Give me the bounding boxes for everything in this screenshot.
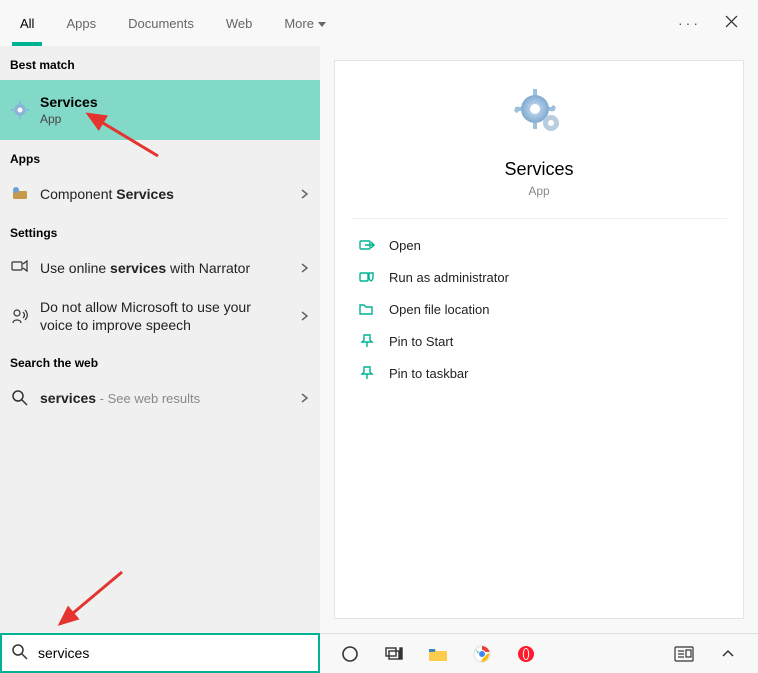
news-tray-icon[interactable] (674, 644, 694, 664)
search-icon (10, 388, 30, 408)
admin-shield-icon (359, 269, 375, 285)
opera-icon[interactable] (516, 644, 536, 664)
result-title: Services (40, 94, 98, 110)
result-web-services[interactable]: services - See web results (0, 378, 320, 418)
preview-sub: App (351, 184, 727, 198)
section-best-match: Best match (0, 46, 320, 80)
action-pin-taskbar[interactable]: Pin to taskbar (335, 357, 743, 389)
tab-more-label: More (284, 16, 314, 31)
gear-icon (10, 100, 30, 120)
action-label: Pin to Start (389, 334, 453, 349)
action-pin-start[interactable]: Pin to Start (335, 325, 743, 357)
open-icon (359, 237, 375, 253)
action-label: Open file location (389, 302, 489, 317)
section-apps: Apps (0, 140, 320, 174)
cortana-icon[interactable] (340, 644, 360, 664)
pin-icon (359, 333, 375, 349)
narrator-icon (10, 258, 30, 278)
taskbar (0, 633, 758, 673)
action-label: Run as administrator (389, 270, 509, 285)
section-web: Search the web (0, 344, 320, 378)
search-input[interactable] (38, 645, 308, 661)
section-settings: Settings (0, 214, 320, 248)
preview-pane: Services App Open Run as administrator (320, 46, 758, 633)
filter-tabs: All Apps Documents Web More ··· (0, 0, 758, 46)
chevron-right-icon (300, 261, 310, 276)
component-services-icon (10, 184, 30, 204)
action-open[interactable]: Open (335, 229, 743, 261)
chevron-right-icon (300, 187, 310, 202)
tab-apps[interactable]: Apps (50, 0, 112, 46)
result-label: Use online services with Narrator (40, 259, 250, 277)
pin-icon (359, 365, 375, 381)
result-label: Do not allow Microsoft to use your voice… (40, 298, 260, 334)
result-voice-privacy[interactable]: Do not allow Microsoft to use your voice… (0, 288, 320, 344)
chrome-icon[interactable] (472, 644, 492, 664)
close-icon[interactable] (725, 15, 738, 31)
task-view-icon[interactable] (384, 644, 404, 664)
chevron-right-icon (300, 391, 310, 406)
actions-list: Open Run as administrator Open file loca… (335, 219, 743, 399)
chevron-down-icon (318, 16, 326, 31)
folder-icon (359, 301, 375, 317)
tab-web[interactable]: Web (210, 0, 269, 46)
tray-chevron-up-icon[interactable] (718, 644, 738, 664)
tab-more[interactable]: More (268, 0, 342, 46)
search-box[interactable] (0, 633, 320, 673)
result-component-services[interactable]: Component Services (0, 174, 320, 214)
search-icon (12, 644, 28, 663)
tab-all[interactable]: All (4, 0, 50, 46)
services-gear-icon (511, 85, 567, 141)
voice-icon (10, 306, 30, 326)
chevron-right-icon (300, 309, 310, 324)
action-open-location[interactable]: Open file location (335, 293, 743, 325)
file-explorer-icon[interactable] (428, 644, 448, 664)
result-narrator-services[interactable]: Use online services with Narrator (0, 248, 320, 288)
results-list: Best match Services App Apps Component S… (0, 46, 320, 633)
action-run-admin[interactable]: Run as administrator (335, 261, 743, 293)
action-label: Pin to taskbar (389, 366, 469, 381)
result-label: Component Services (40, 185, 174, 203)
more-options-icon[interactable]: ··· (678, 15, 701, 31)
result-label: services - See web results (40, 389, 200, 408)
result-services[interactable]: Services App (0, 80, 320, 140)
tab-documents[interactable]: Documents (112, 0, 210, 46)
preview-title: Services (351, 159, 727, 180)
result-sub: App (40, 112, 98, 126)
action-label: Open (389, 238, 421, 253)
